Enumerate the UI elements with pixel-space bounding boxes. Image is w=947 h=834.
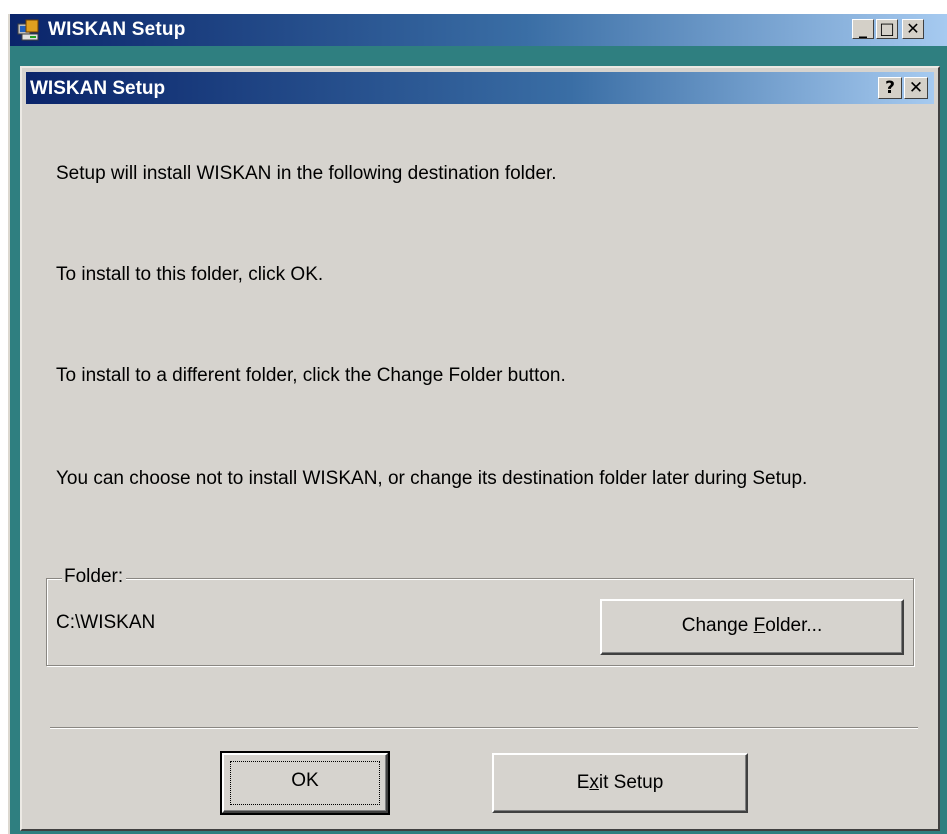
choose-not-to-install-message: You can choose not to install WISKAN, or… [56, 468, 808, 489]
change-folder-instruction: To install to a different folder, click … [56, 365, 566, 386]
mnemonic-x: x [589, 772, 599, 793]
close-icon: ✕ [908, 78, 924, 98]
maximize-button[interactable]: □ [876, 19, 898, 39]
dialog-title: WISKAN Setup [30, 78, 166, 99]
folder-path: C:\WISKAN [56, 612, 156, 633]
help-icon: ? [885, 78, 895, 98]
change-folder-button[interactable]: Change Folder... [600, 599, 904, 655]
maximize-icon: □ [879, 19, 895, 38]
dialog-close-button[interactable]: ✕ [904, 77, 928, 99]
folder-label: Folder: [62, 566, 127, 588]
help-button[interactable]: ? [878, 77, 902, 99]
outer-close-button[interactable]: ✕ [902, 19, 924, 39]
ok-instruction: To install to this folder, click OK. [56, 264, 324, 285]
setup-app-icon [17, 19, 39, 41]
exit-setup-button[interactable]: Exit Setup [492, 753, 748, 813]
outer-window-title: WISKAN Setup [48, 19, 186, 40]
mnemonic-f: F [753, 615, 766, 636]
button-separator [50, 727, 918, 729]
dialog-title-bar[interactable]: WISKAN Setup ? ✕ [26, 72, 934, 104]
minimize-button[interactable]: _ [852, 19, 874, 39]
outer-title-bar[interactable]: WISKAN Setup _ □ ✕ [10, 14, 947, 46]
minimize-icon: _ [859, 19, 867, 38]
setup-dialog: WISKAN Setup ? ✕ Setup will install WISK… [20, 66, 940, 831]
close-icon: ✕ [906, 19, 920, 38]
focus-rectangle [230, 761, 380, 805]
destination-message: Setup will install WISKAN in the followi… [56, 163, 557, 184]
ok-button[interactable]: OK [220, 751, 390, 815]
